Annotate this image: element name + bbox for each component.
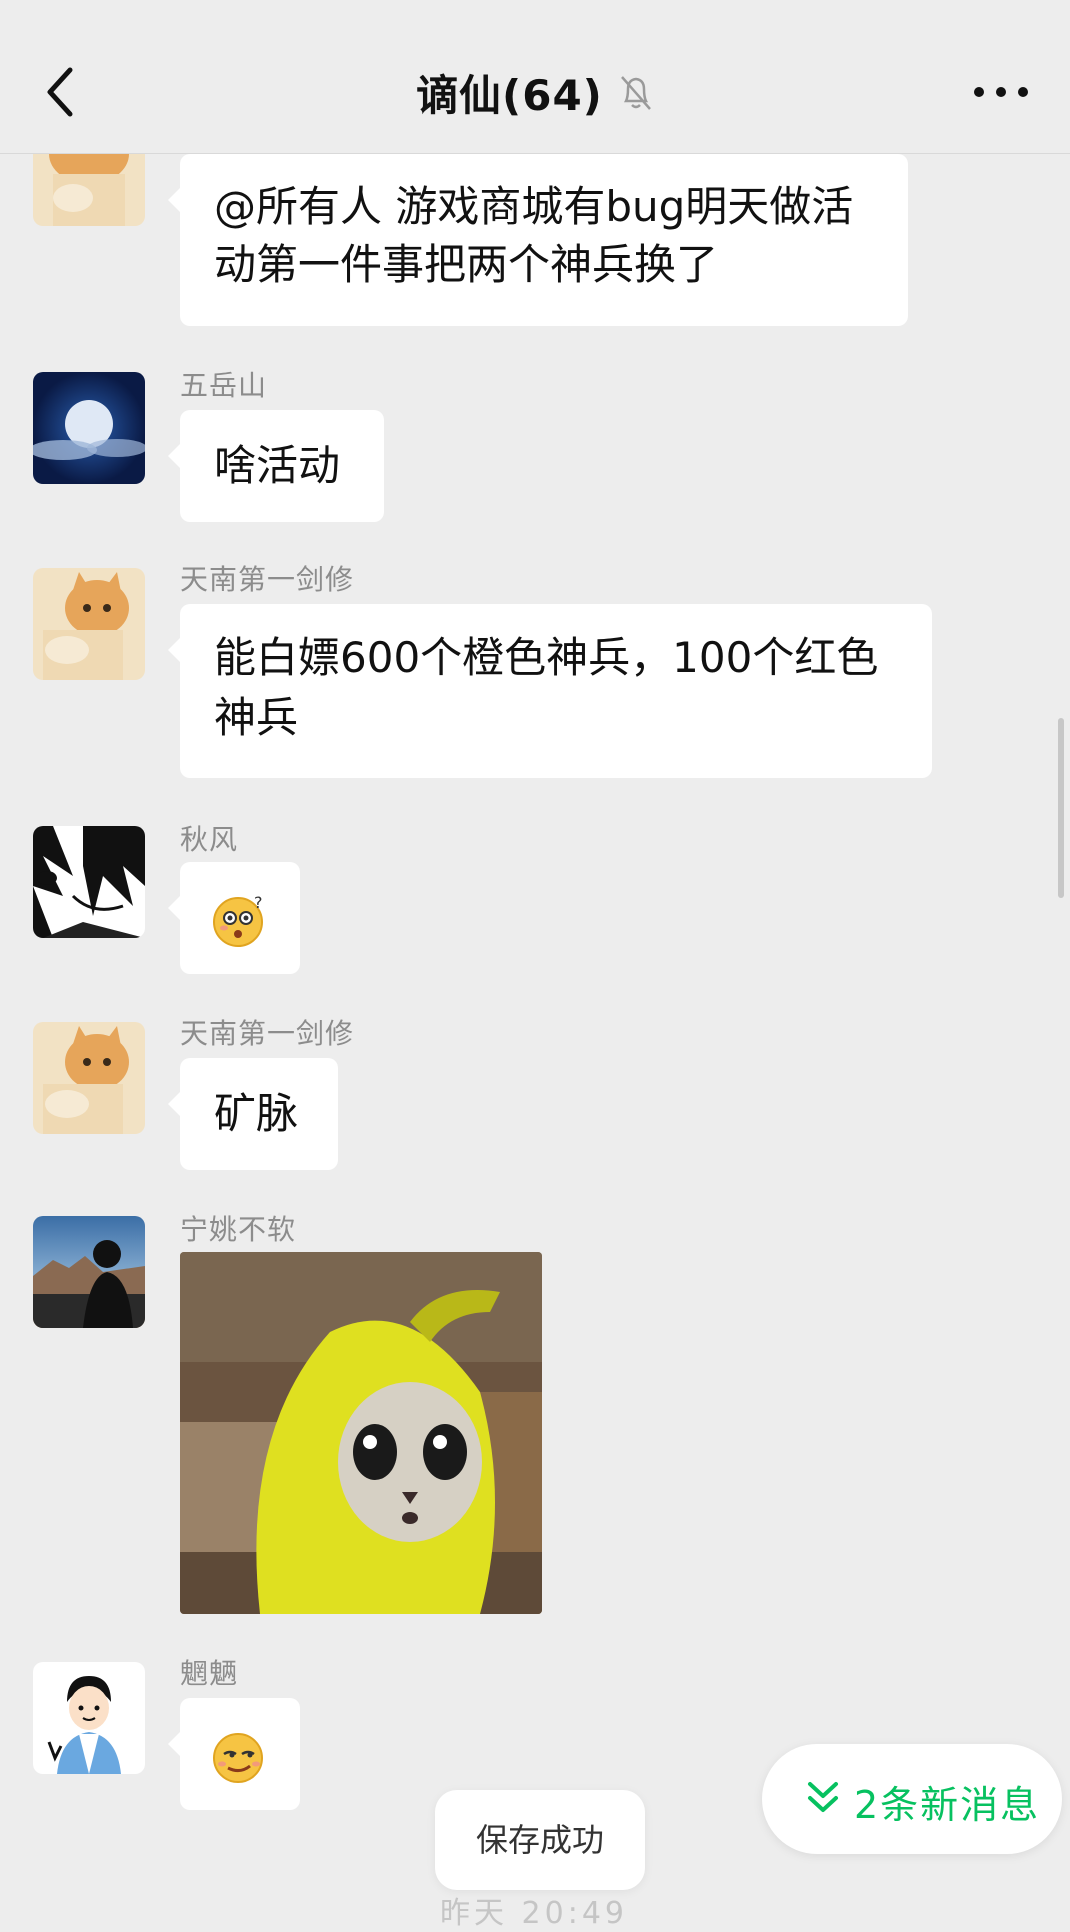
message-bubble[interactable]: 能白嫖600个橙色神兵，100个红色神兵 bbox=[168, 604, 932, 778]
chat-header: 谪仙(64) bbox=[0, 0, 1070, 154]
cat-avatar[interactable] bbox=[33, 568, 145, 680]
chat-title-wrap: 谪仙(64) bbox=[0, 62, 1070, 123]
scrollbar[interactable] bbox=[1058, 718, 1064, 898]
silhouette-avatar[interactable] bbox=[33, 1216, 145, 1328]
new-messages-button[interactable]: 2条新消息 bbox=[762, 1744, 1062, 1854]
sender-name: 天南第一剑修 bbox=[180, 1017, 355, 1050]
chat-title: 谪仙(64) bbox=[416, 71, 603, 120]
sender-name: 宁姚不软 bbox=[180, 1213, 297, 1246]
cartoon-boy-avatar[interactable] bbox=[33, 1662, 145, 1774]
save-success-toast: 保存成功 bbox=[435, 1790, 645, 1890]
bell-off-icon bbox=[621, 75, 651, 110]
sender-name: 秋风 bbox=[180, 823, 239, 856]
message-bubble[interactable]: 矿脉 bbox=[168, 1058, 338, 1170]
message-bubble[interactable] bbox=[168, 1698, 300, 1810]
banana-cat-sticker[interactable] bbox=[180, 1252, 542, 1614]
new-messages-label: 2条新消息 bbox=[854, 1783, 1041, 1827]
message-text: 啥活动 bbox=[214, 441, 341, 490]
double-chevron-down-icon bbox=[808, 1782, 838, 1812]
message-bubble[interactable]: 啥活动 bbox=[168, 410, 384, 522]
message-timestamp: 昨天 20:49 bbox=[440, 1896, 628, 1931]
message-text: 矿脉 bbox=[214, 1089, 299, 1138]
moon-avatar[interactable] bbox=[33, 372, 145, 484]
more-dots-icon[interactable] bbox=[972, 80, 1030, 104]
message-bubble[interactable]: ? bbox=[168, 862, 300, 974]
message-text: @所有人 游戏商城有bug明天做活动第一件事把两个神兵换了 bbox=[214, 182, 854, 289]
cat-avatar[interactable] bbox=[33, 1022, 145, 1134]
smirk-emoji bbox=[213, 1733, 263, 1783]
sender-name: 五岳山 bbox=[180, 369, 268, 402]
message-text: 能白嫖600个橙色神兵，100个红色神兵 bbox=[214, 633, 879, 742]
message-bubble[interactable]: @所有人 游戏商城有bug明天做活动第一件事把两个神兵换了 bbox=[168, 154, 908, 326]
confused-emoji: ? bbox=[213, 893, 263, 947]
sender-name: 天南第一剑修 bbox=[180, 563, 355, 596]
svg-text:?: ? bbox=[254, 893, 263, 912]
sender-name: 魍魉 bbox=[180, 1657, 239, 1690]
anime-avatar[interactable] bbox=[33, 826, 145, 938]
